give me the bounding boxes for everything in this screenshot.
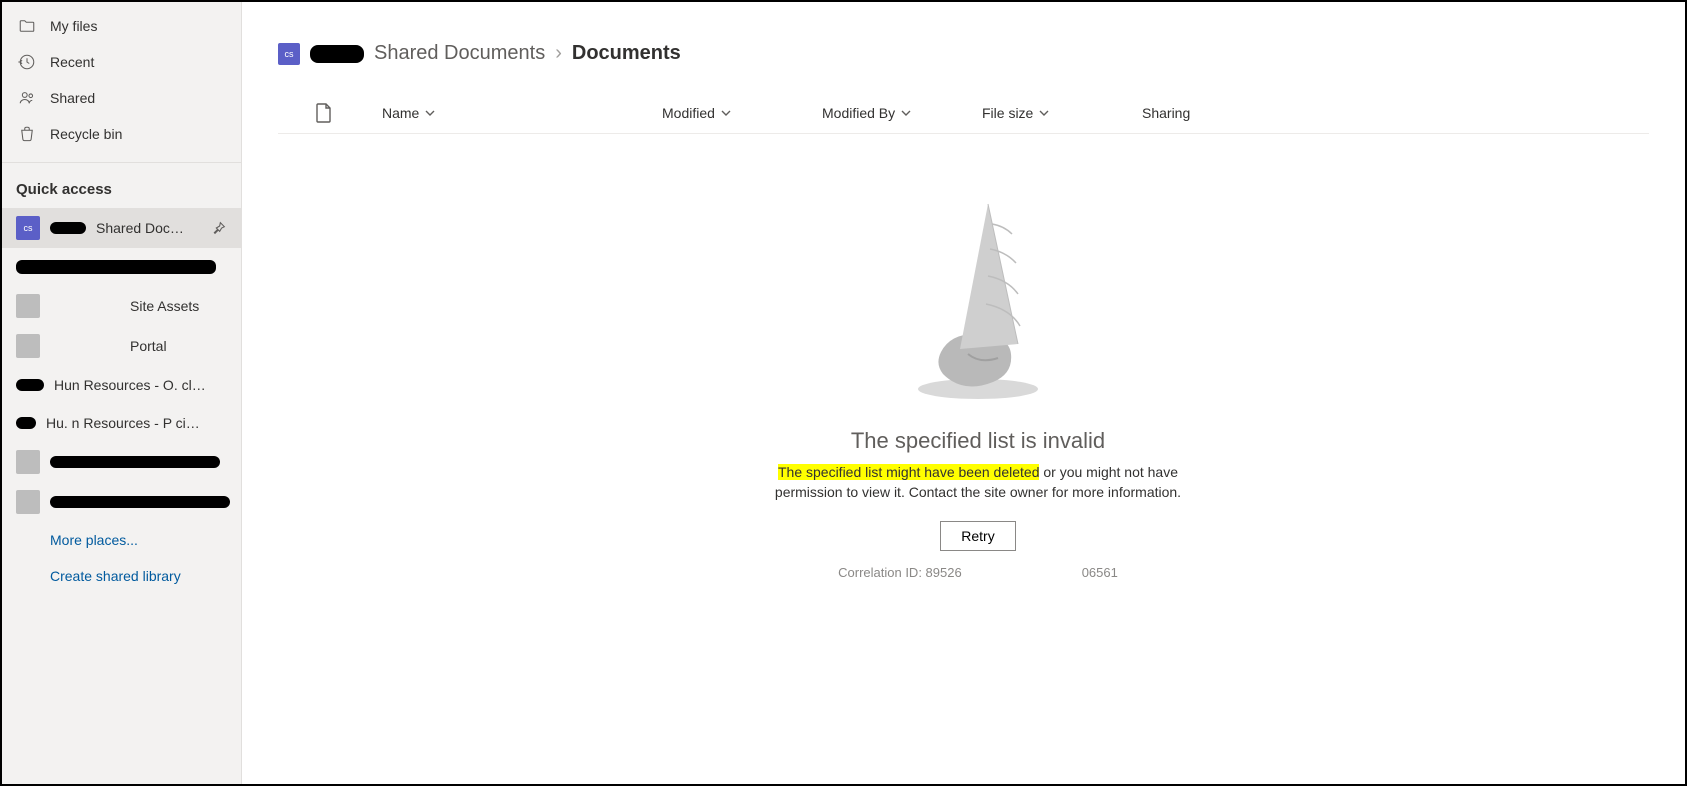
quick-access-item-portal[interactable]: Portal bbox=[2, 326, 241, 366]
site-tile-icon: cs bbox=[16, 216, 40, 240]
nav-my-files[interactable]: My files bbox=[2, 8, 241, 44]
column-sharing[interactable]: Sharing bbox=[1142, 105, 1302, 121]
column-file-size[interactable]: File size bbox=[982, 105, 1142, 121]
redacted-text bbox=[16, 379, 44, 391]
chevron-down-icon bbox=[901, 108, 911, 118]
list-item-label: Portal bbox=[130, 338, 227, 354]
redacted-text bbox=[50, 222, 86, 234]
nav-recycle-bin[interactable]: Recycle bin bbox=[2, 116, 241, 152]
retry-button[interactable]: Retry bbox=[940, 521, 1015, 551]
chevron-down-icon bbox=[425, 108, 435, 118]
file-type-icon bbox=[278, 103, 342, 123]
breadcrumb-current: Documents bbox=[572, 42, 681, 65]
recycle-icon bbox=[18, 125, 36, 143]
breadcrumb: cs Shared Documents › Documents bbox=[278, 2, 1649, 93]
pin-icon[interactable] bbox=[211, 220, 227, 236]
site-tile-icon bbox=[16, 294, 40, 318]
redacted-text bbox=[310, 45, 364, 63]
correlation-right: 06561 bbox=[1082, 565, 1118, 580]
column-modified-by[interactable]: Modified By bbox=[822, 105, 982, 121]
dropped-cone-illustration bbox=[888, 194, 1068, 404]
quick-access-list: cs Shared Doc… Site Assets Portal Hun Re… bbox=[2, 208, 241, 522]
nav-label: Shared bbox=[50, 90, 95, 106]
quick-access-item[interactable] bbox=[2, 482, 241, 522]
nav-label: Recent bbox=[50, 54, 94, 70]
list-item-label: Hun Resources - O. cl… bbox=[54, 377, 227, 393]
divider bbox=[2, 162, 241, 163]
redacted-text bbox=[16, 260, 216, 274]
correlation-left: Correlation ID: 89526 bbox=[838, 565, 962, 580]
more-places-link[interactable]: More places... bbox=[2, 522, 241, 558]
nav-label: Recycle bin bbox=[50, 126, 122, 142]
error-title: The specified list is invalid bbox=[851, 428, 1105, 454]
column-label: Sharing bbox=[1142, 105, 1190, 121]
error-highlight: The specified list might have been delet… bbox=[778, 464, 1040, 480]
quick-access-item-hr-1[interactable]: Hun Resources - O. cl… bbox=[2, 366, 241, 404]
nav-shared[interactable]: Shared bbox=[2, 80, 241, 116]
nav-recent[interactable]: Recent bbox=[2, 44, 241, 80]
list-item-label: Site Assets bbox=[130, 298, 227, 314]
main-content: cs Shared Documents › Documents Name Mod… bbox=[242, 2, 1685, 784]
site-tile-icon bbox=[16, 450, 40, 474]
list-item-label: Hu. n Resources - P ci… bbox=[46, 415, 227, 431]
site-tile-icon: cs bbox=[278, 43, 300, 65]
chevron-down-icon bbox=[1039, 108, 1049, 118]
list-item-label: Shared Doc… bbox=[96, 220, 227, 236]
quick-access-item-site-assets[interactable]: Site Assets bbox=[2, 286, 241, 326]
nav-label: My files bbox=[50, 18, 97, 34]
sidebar: My files Recent Shared Recycle bin Quick… bbox=[2, 2, 242, 784]
column-label: File size bbox=[982, 105, 1033, 121]
column-headers: Name Modified Modified By File size Shar… bbox=[278, 93, 1649, 134]
quick-access-item-shared-docs[interactable]: cs Shared Doc… bbox=[2, 208, 241, 248]
people-icon bbox=[18, 89, 36, 107]
redacted-text bbox=[50, 496, 230, 508]
error-state: The specified list is invalid The specif… bbox=[698, 134, 1258, 784]
column-modified[interactable]: Modified bbox=[662, 105, 822, 121]
column-name[interactable]: Name bbox=[342, 105, 662, 121]
site-tile-icon bbox=[16, 490, 40, 514]
column-label: Modified bbox=[662, 105, 715, 121]
chevron-down-icon bbox=[721, 108, 731, 118]
correlation-id: Correlation ID: 89526 06561 bbox=[838, 565, 1118, 580]
column-label: Modified By bbox=[822, 105, 895, 121]
clock-icon bbox=[18, 53, 36, 71]
quick-access-item[interactable] bbox=[2, 248, 241, 286]
quick-access-item-hr-2[interactable]: Hu. n Resources - P ci… bbox=[2, 404, 241, 442]
create-shared-library-link[interactable]: Create shared library bbox=[2, 558, 241, 594]
quick-access-title: Quick access bbox=[2, 177, 241, 208]
folder-icon bbox=[18, 17, 36, 35]
column-label: Name bbox=[382, 105, 419, 121]
quick-access-item[interactable] bbox=[2, 442, 241, 482]
error-message: The specified list might have been delet… bbox=[768, 462, 1188, 503]
redacted-text bbox=[50, 456, 220, 468]
breadcrumb-link[interactable]: Shared Documents bbox=[374, 42, 545, 65]
breadcrumb-separator: › bbox=[555, 42, 562, 65]
site-tile-icon bbox=[16, 334, 40, 358]
redacted-text bbox=[16, 417, 36, 429]
